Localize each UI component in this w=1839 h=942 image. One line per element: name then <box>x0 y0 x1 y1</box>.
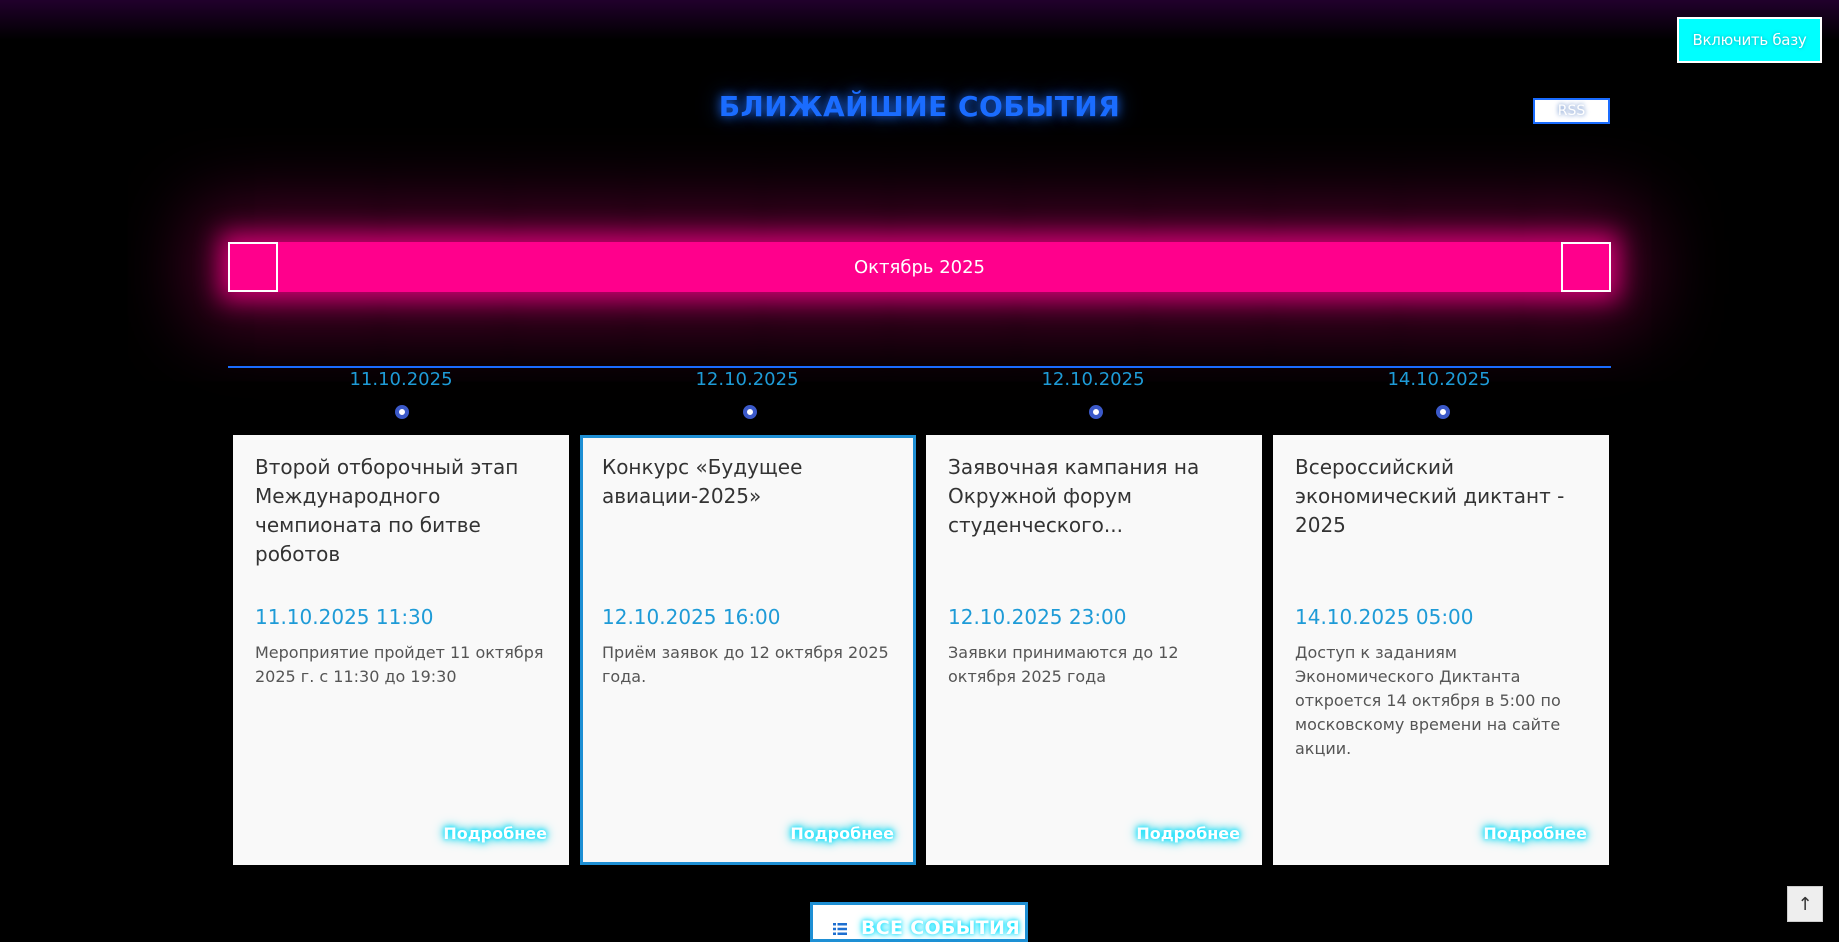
more-link[interactable]: Подробнее <box>790 824 894 843</box>
event-time: 12.10.2025 23:00 <box>948 605 1127 629</box>
event-description: Мероприятие пройдет 11 октября 2025 г. с… <box>255 643 544 686</box>
event-title: Всероссийский экономический диктант - 20… <box>1295 455 1565 537</box>
event-card[interactable]: Всероссийский экономический диктант - 20… <box>1273 435 1609 865</box>
month-bar: Октябрь 2025 <box>228 242 1611 292</box>
all-events-button[interactable]: ВСЕ СОБЫТИЯ <box>810 902 1028 942</box>
month-label: Октябрь 2025 <box>853 256 986 278</box>
timeline-dot[interactable] <box>743 405 757 419</box>
event-title: Второй отборочный этап Международного че… <box>255 455 519 566</box>
top-glow <box>0 0 1839 40</box>
timeline-dot[interactable] <box>1089 405 1103 419</box>
event-time: 11.10.2025 11:30 <box>255 605 434 629</box>
event-title: Конкурс «Будущее авиации-2025» <box>602 455 803 508</box>
timeline-date: 12.10.2025 <box>695 369 799 390</box>
scroll-top-button[interactable]: ↑ <box>1787 886 1823 922</box>
event-card[interactable]: Второй отборочный этап Международного че… <box>233 435 569 865</box>
more-link[interactable]: Подробнее <box>1483 824 1587 843</box>
event-time: 12.10.2025 16:00 <box>602 605 781 629</box>
timeline-date: 11.10.2025 <box>349 369 453 390</box>
timeline-dot[interactable] <box>1436 405 1450 419</box>
list-icon <box>833 923 847 935</box>
event-description: Заявки принимаются до 12 октября 2025 го… <box>948 643 1179 686</box>
all-events-label: ВСЕ СОБЫТИЯ <box>861 917 1021 939</box>
next-month-button[interactable] <box>1561 242 1611 292</box>
event-card[interactable]: Заявочная кампания на Окружной форум сту… <box>926 435 1262 865</box>
event-description: Приём заявок до 12 октября 2025 года. <box>602 643 889 686</box>
timeline-line <box>228 366 1611 368</box>
timeline-dot[interactable] <box>395 405 409 419</box>
more-link[interactable]: Подробнее <box>1136 824 1240 843</box>
event-description: Доступ к заданиям Экономического Диктант… <box>1295 643 1561 758</box>
rss-button[interactable]: RSS <box>1533 98 1610 124</box>
enable-base-button[interactable]: Включить базу <box>1677 17 1822 63</box>
event-title: Заявочная кампания на Окружной форум сту… <box>948 455 1200 537</box>
event-time: 14.10.2025 05:00 <box>1295 605 1474 629</box>
timeline-date: 14.10.2025 <box>1387 369 1491 390</box>
timeline-date: 12.10.2025 <box>1041 369 1145 390</box>
event-card-active[interactable]: Конкурс «Будущее авиации-2025» 12.10.202… <box>580 435 916 865</box>
more-link[interactable]: Подробнее <box>443 824 547 843</box>
